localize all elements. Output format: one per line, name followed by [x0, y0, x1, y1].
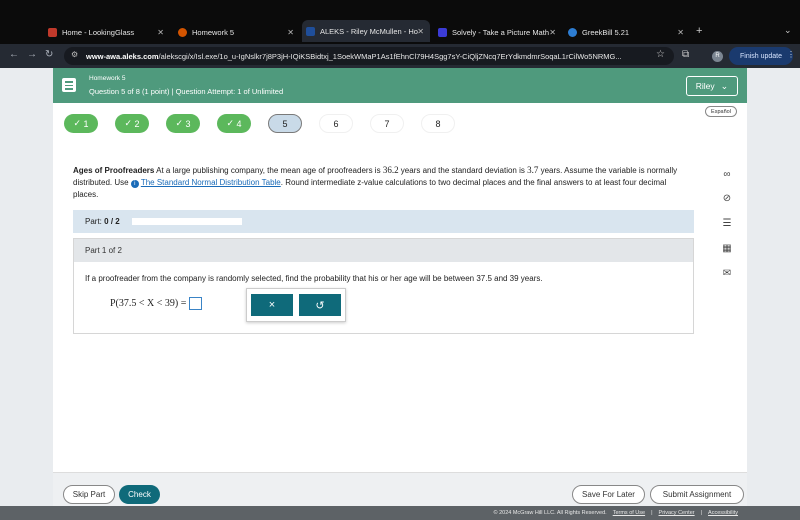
question-nav-8[interactable]: 8: [421, 114, 455, 133]
question-number: 1: [83, 118, 89, 129]
url-path: /alekscgi/x/Isl.exe/1o_u-IgNslkr7j8P3jH-…: [158, 51, 622, 61]
tab-homework[interactable]: Homework 5 ✕: [174, 22, 300, 42]
problem-text: At a large publishing company, the mean …: [156, 166, 381, 175]
aleks-favicon-icon: [306, 26, 315, 36]
problem-text: years and the standard deviation is: [400, 166, 525, 175]
finish-update-button[interactable]: Finish update: [729, 47, 793, 65]
mail-icon[interactable]: ✉: [720, 268, 734, 282]
tab-title: Home - LookingGlass: [62, 27, 135, 37]
calculator-icon[interactable]: ▦: [720, 243, 734, 257]
check-button[interactable]: Check: [119, 485, 160, 504]
user-menu-button[interactable]: Riley ⌄: [686, 76, 738, 96]
close-tab-icon[interactable]: ✕: [157, 28, 164, 37]
homework-favicon-icon: [178, 27, 187, 37]
question-info: Question 5 of 8 (1 point) | Question Att…: [89, 87, 284, 96]
explanation-icon[interactable]: ⊘: [720, 193, 734, 207]
question-number: 3: [185, 118, 191, 129]
equation: P(37.5 < X < 39) =: [110, 297, 203, 310]
sd-value: 3.7: [527, 165, 539, 175]
skip-part-button[interactable]: Skip Part: [63, 485, 115, 504]
question-number: 8: [435, 118, 441, 129]
question-nav-3[interactable]: ✓ 3: [166, 114, 200, 133]
hamburger-menu-icon[interactable]: [62, 78, 76, 92]
address-toolbar: ← → ↻ ⚙ www-awa.aleks.com/alekscgi/x/Isl…: [0, 44, 800, 68]
close-tab-icon[interactable]: ✕: [287, 28, 294, 37]
part-value: 0 / 2: [104, 217, 120, 226]
aleks-main-card: Homework 5 Question 5 of 8 (1 point) | Q…: [53, 68, 747, 520]
forward-icon[interactable]: →: [27, 49, 37, 60]
copyright-text: © 2024 McGraw Hill LLC. All Rights Reser…: [493, 510, 607, 516]
close-tab-icon[interactable]: ✕: [677, 28, 684, 37]
tab-title: Solvely - Take a Picture Math: [452, 27, 549, 37]
infinity-icon[interactable]: ∞: [720, 169, 734, 183]
save-for-later-button[interactable]: Save For Later: [572, 485, 645, 504]
url-bar[interactable]: ⚙ www-awa.aleks.com/alekscgi/x/Isl.exe/1…: [64, 47, 674, 65]
question-part-box: Part 1 of 2 If a proofreader from the co…: [73, 238, 694, 334]
terms-link[interactable]: Terms of Use: [613, 510, 645, 516]
extensions-icon[interactable]: ⧉: [682, 49, 689, 60]
reload-icon[interactable]: ↻: [45, 49, 53, 60]
question-nav-5[interactable]: 5: [268, 114, 302, 133]
copyright-bar: © 2024 McGraw Hill LLC. All Rights Reser…: [0, 506, 800, 520]
browser-menu-icon[interactable]: ⋮: [787, 50, 795, 59]
tab-title: Homework 5: [192, 27, 235, 37]
submit-assignment-button[interactable]: Submit Assignment: [650, 485, 744, 504]
clear-button[interactable]: ×: [251, 294, 293, 316]
accessibility-link[interactable]: Accessibility: [708, 510, 738, 516]
close-tab-icon[interactable]: ✕: [417, 27, 424, 36]
mean-value: 36.2: [382, 165, 399, 175]
part-progress-bar: Part: 0 / 2: [73, 210, 694, 233]
bookmark-star-icon[interactable]: ☆: [656, 49, 665, 60]
close-tab-icon[interactable]: ✕: [549, 28, 556, 37]
assignment-header: Homework 5 Question 5 of 8 (1 point) | Q…: [53, 68, 747, 103]
assignment-title: Homework 5: [89, 75, 126, 82]
part-progress-track: [131, 218, 242, 225]
question-nav-7[interactable]: 7: [370, 114, 404, 133]
url-domain: www-awa.aleks.com: [86, 51, 159, 61]
tab-search-chevron-icon[interactable]: ⌄: [784, 25, 792, 36]
tab-greekbill[interactable]: GreekBill 5.21 ✕: [564, 22, 690, 42]
tab-solvely[interactable]: Solvely - Take a Picture Math ✕: [434, 22, 562, 42]
tab-lookingglass[interactable]: Home - LookingGlass ✕: [44, 22, 170, 42]
part-question: If a proofreader from the company is ran…: [85, 274, 543, 283]
normal-table-link[interactable]: The Standard Normal Distribution Table: [141, 178, 281, 187]
profile-avatar[interactable]: R: [712, 51, 723, 62]
tab-aleks[interactable]: ALEKS - Riley McMullen - Ho ✕: [302, 20, 430, 42]
undo-button[interactable]: ↺: [299, 294, 341, 316]
privacy-link[interactable]: Privacy Center: [659, 510, 695, 516]
tab-title: GreekBill 5.21: [582, 27, 630, 37]
browser-tab-bar: Home - LookingGlass ✕ Homework 5 ✕ ALEKS…: [0, 0, 800, 44]
tab-title: ALEKS - Riley McMullen - Ho: [320, 26, 418, 36]
question-number: 7: [384, 118, 390, 129]
solvely-favicon-icon: [438, 27, 447, 37]
problem-title: Ages of Proofreaders: [73, 166, 155, 175]
chevron-down-icon: ⌄: [720, 80, 729, 91]
page-background: Homework 5 Question 5 of 8 (1 point) | Q…: [0, 68, 800, 520]
espanol-toggle[interactable]: Español: [705, 106, 737, 117]
back-icon[interactable]: ←: [9, 49, 19, 60]
part-label: Part:: [85, 217, 102, 226]
answer-input[interactable]: [189, 297, 203, 310]
answer-tools: × ↺: [246, 288, 346, 322]
greekbill-favicon-icon: [568, 27, 577, 37]
question-number: 5: [282, 118, 288, 129]
equation-text: P(37.5 < X < 39) =: [110, 298, 187, 309]
question-number: 4: [236, 118, 242, 129]
user-name: Riley: [695, 81, 715, 91]
info-icon[interactable]: i: [130, 180, 139, 188]
lookingglass-favicon-icon: [48, 27, 57, 37]
question-nav-1[interactable]: ✓ 1: [64, 114, 98, 133]
question-nav-2[interactable]: ✓ 2: [115, 114, 149, 133]
question-nav-6[interactable]: 6: [319, 114, 353, 133]
part-header: Part 1 of 2: [74, 239, 693, 262]
new-tab-icon[interactable]: +: [696, 25, 702, 37]
notes-icon[interactable]: ☰: [720, 218, 734, 232]
problem-statement: Ages of Proofreaders At a large publishi…: [73, 164, 693, 201]
question-nav-4[interactable]: ✓ 4: [217, 114, 251, 133]
site-settings-icon[interactable]: ⚙: [71, 50, 78, 59]
question-number: 6: [333, 118, 339, 129]
question-number: 2: [134, 118, 140, 129]
